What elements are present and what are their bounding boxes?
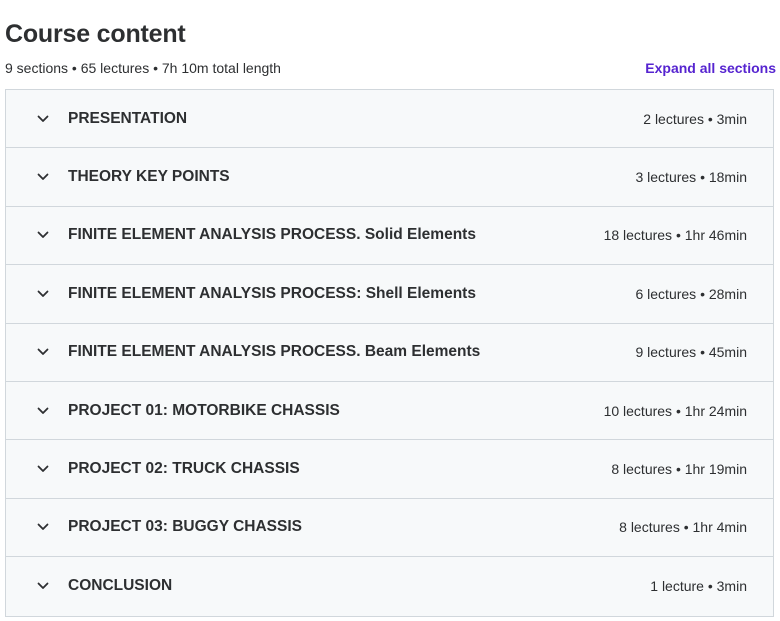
expand-all-sections-button[interactable]: Expand all sections [645,60,776,76]
chevron-down-icon [36,112,50,126]
section-project-02-truck-chassis[interactable]: PROJECT 02: TRUCK CHASSIS 8 lectures • 1… [6,440,773,499]
section-meta: 18 lectures • 1hr 46min [603,227,747,244]
section-meta: 9 lectures • 45min [635,344,747,361]
chevron-down-icon [36,345,50,359]
page-title: Course content [5,19,186,48]
section-title: CONCLUSION [68,577,173,595]
section-title: FINITE ELEMENT ANALYSIS PROCESS. Solid E… [68,226,476,244]
section-title: PROJECT 03: BUGGY CHASSIS [68,518,302,536]
section-title: FINITE ELEMENT ANALYSIS PROCESS: Shell E… [68,284,476,302]
section-project-03-buggy-chassis[interactable]: PROJECT 03: BUGGY CHASSIS 8 lectures • 1… [6,498,773,558]
section-meta: 2 lectures • 3min [643,110,747,127]
section-meta: 6 lectures • 28min [635,285,747,302]
section-fea-shell-elements[interactable]: FINITE ELEMENT ANALYSIS PROCESS: Shell E… [6,265,773,324]
section-theory-key-points[interactable]: THEORY KEY POINTS 3 lectures • 18min [6,148,773,207]
section-title: PRESENTATION [68,109,188,127]
chevron-down-icon [36,462,50,476]
section-project-01-motorbike-chassis[interactable]: PROJECT 01: MOTORBIKE CHASSIS 10 lecture… [6,381,773,441]
section-fea-beam-elements[interactable]: FINITE ELEMENT ANALYSIS PROCESS. Beam El… [6,323,773,382]
chevron-down-icon [36,404,50,418]
chevron-down-icon [36,579,50,593]
section-title: FINITE ELEMENT ANALYSIS PROCESS. Beam El… [68,343,481,361]
chevron-down-icon [36,228,50,242]
course-summary-row: 9 sections • 65 lectures • 7h 10m total … [5,58,776,78]
section-meta: 10 lectures • 1hr 24min [603,402,747,419]
section-meta: 1 lecture • 3min [650,578,747,595]
chevron-down-icon [36,170,50,184]
section-title: PROJECT 01: MOTORBIKE CHASSIS [68,401,340,419]
section-conclusion[interactable]: CONCLUSION 1 lecture • 3min [6,557,773,616]
section-meta: 8 lectures • 1hr 19min [611,461,747,478]
section-list: PRESENTATION 2 lectures • 3min THEORY KE… [5,89,774,617]
section-meta: 8 lectures • 1hr 4min [619,519,747,536]
section-title: PROJECT 02: TRUCK CHASSIS [68,460,300,478]
section-title: THEORY KEY POINTS [68,168,230,186]
chevron-down-icon [36,520,50,534]
section-meta: 3 lectures • 18min [635,169,747,186]
course-summary: 9 sections • 65 lectures • 7h 10m total … [5,60,281,76]
section-presentation[interactable]: PRESENTATION 2 lectures • 3min [6,90,773,149]
section-fea-solid-elements[interactable]: FINITE ELEMENT ANALYSIS PROCESS. Solid E… [6,206,773,266]
chevron-down-icon [36,287,50,301]
